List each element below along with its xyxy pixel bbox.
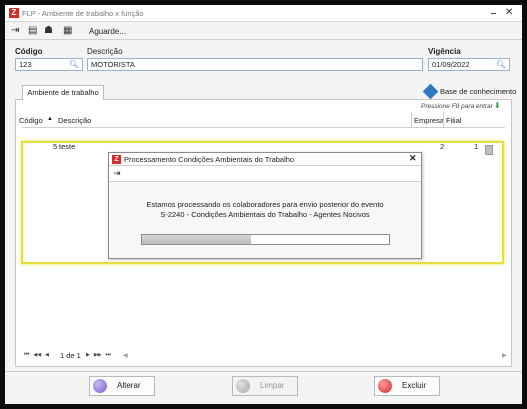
dialog-toolbar: ⇥ xyxy=(109,166,421,182)
tab-ambiente-de-trabalho[interactable]: Ambiente de trabalho xyxy=(22,85,104,100)
excluir-button[interactable]: Excluir xyxy=(374,376,440,396)
progress-fill xyxy=(142,235,251,244)
edit-icon xyxy=(93,379,107,393)
column-header-empresa[interactable]: Empresa xyxy=(414,116,444,125)
vigencia-label: Vigência xyxy=(428,47,461,56)
pager-controls-next: ▶ ▶▶ ⏭ xyxy=(86,351,111,359)
dialog-message-line1: Estamos processando os colaboradores par… xyxy=(146,200,384,209)
alterar-button[interactable]: Alterar xyxy=(89,376,155,396)
minimize-button[interactable]: ‒ xyxy=(491,8,496,18)
toolbar: ⇥ ▤ ☗ ▦ Aguarde... xyxy=(5,22,522,40)
pager-controls: ⏮ ◀◀ ◀ xyxy=(24,351,49,359)
dialog-app-icon: Z xyxy=(112,155,121,164)
dialog-message: Estamos processando os colaboradores par… xyxy=(109,200,421,220)
users-icon[interactable]: ☗ xyxy=(44,25,53,37)
processing-dialog: Z Processamento Condições Ambientais do … xyxy=(108,152,422,259)
column-header-codigo[interactable]: Código xyxy=(19,116,43,125)
descricao-field[interactable]: MOTORISTA xyxy=(87,58,423,71)
column-divider xyxy=(443,112,444,127)
exit-icon[interactable]: ⇥ xyxy=(11,25,19,37)
dialog-close-button[interactable]: ✕ xyxy=(409,153,417,164)
vigencia-value: 01/09/2022 xyxy=(432,60,470,69)
dialog-title: Processamento Condições Ambientais do Tr… xyxy=(124,155,295,164)
action-bar: Alterar Limpar Excluir xyxy=(5,371,522,401)
window-title: FLP - Ambiente de trabalho x função xyxy=(22,9,144,18)
column-header-filial[interactable]: Filial xyxy=(446,116,461,125)
sort-arrow-icon[interactable]: ▲ xyxy=(47,116,53,122)
descricao-label: Descrição xyxy=(87,47,123,56)
excluir-label: Excluir xyxy=(402,381,427,390)
limpar-label: Limpar xyxy=(260,381,285,390)
header-divider xyxy=(22,127,505,128)
list-icon[interactable]: ▤ xyxy=(28,25,37,37)
previous-page-button[interactable]: ◀◀ xyxy=(33,352,41,358)
page-indicator: 1 de 1 xyxy=(60,351,81,360)
dialog-message-line2: S-2240 - Condições Ambientais do Trabalh… xyxy=(160,210,370,219)
status-text: Aguarde... xyxy=(89,27,126,36)
codigo-label: Código xyxy=(15,47,43,56)
vigencia-field[interactable]: 01/09/2022 🔍︎ xyxy=(428,58,510,71)
delete-icon xyxy=(378,379,392,393)
column-header-descricao[interactable]: Descrição xyxy=(58,116,91,125)
codigo-field[interactable]: 123 🔍︎ xyxy=(15,58,83,71)
title-bar: Z FLP - Ambiente de trabalho x função ‒ … xyxy=(5,5,522,22)
column-divider xyxy=(411,112,412,127)
previous-button[interactable]: ◀ xyxy=(45,352,49,358)
exit-icon[interactable]: ⇥ xyxy=(113,168,121,179)
clear-icon xyxy=(236,379,250,393)
next-page-button[interactable]: ▶▶ xyxy=(94,352,102,358)
scroll-left-icon[interactable]: ◀ xyxy=(123,352,128,359)
knowledge-base-icon[interactable] xyxy=(422,83,439,100)
search-icon[interactable]: 🔍︎ xyxy=(69,59,79,70)
last-page-button[interactable]: ⏭ xyxy=(105,352,110,358)
first-page-button[interactable]: ⏮ xyxy=(24,352,29,358)
progress-bar xyxy=(141,234,390,245)
app-window: Z FLP - Ambiente de trabalho x função ‒ … xyxy=(0,0,527,409)
next-button[interactable]: ▶ xyxy=(86,352,90,358)
close-button[interactable]: ✕ xyxy=(505,7,513,18)
scroll-right-icon[interactable]: ▶ xyxy=(502,352,507,359)
descricao-value: MOTORISTA xyxy=(91,60,135,69)
dialog-title-bar: Z Processamento Condições Ambientais do … xyxy=(109,153,421,166)
chart-icon[interactable]: ▦ xyxy=(63,25,72,37)
knowledge-base-link[interactable]: Base de conhecimento xyxy=(440,87,516,96)
limpar-button[interactable]: Limpar xyxy=(232,376,298,396)
add-arrow-icon[interactable]: ⬇ xyxy=(494,101,501,110)
codigo-value: 123 xyxy=(19,60,32,69)
app-logo-icon: Z xyxy=(9,8,19,18)
search-icon[interactable]: 🔍︎ xyxy=(496,59,506,70)
grid-hint: Pressione F8 para entrar xyxy=(421,103,493,110)
alterar-label: Alterar xyxy=(117,381,141,390)
